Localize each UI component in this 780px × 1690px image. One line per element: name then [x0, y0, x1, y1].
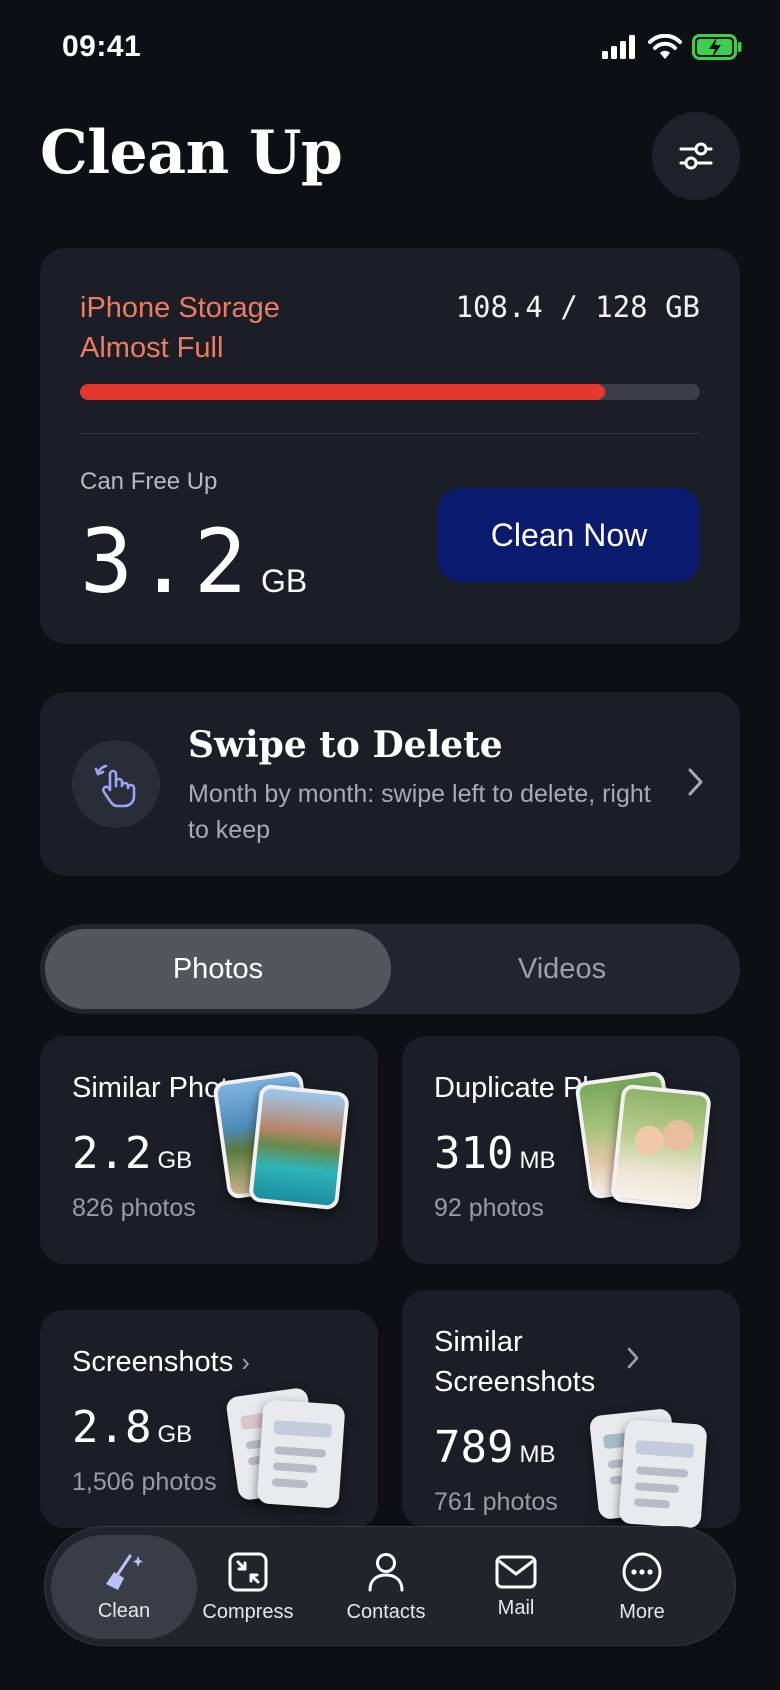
similar-photos-card[interactable]: Similar Photos› 2.2 GB 826 photos: [40, 1036, 378, 1264]
battery-charging-icon: [692, 34, 742, 60]
storage-card: iPhone Storage Almost Full 108.4 / 128 G…: [40, 248, 740, 644]
tab-videos[interactable]: Videos: [389, 929, 735, 1009]
ellipsis-circle-icon: [622, 1552, 662, 1591]
storage-progress-fill: [80, 384, 606, 400]
wifi-icon: [648, 34, 682, 59]
tab-photos[interactable]: Photos: [45, 929, 391, 1009]
category-size-number: 2.2: [72, 1128, 152, 1179]
category-size-unit: GB: [157, 1421, 193, 1448]
free-up-label: Can Free Up: [80, 468, 218, 495]
category-size-unit: MB: [519, 1147, 556, 1174]
divider: [80, 433, 700, 434]
screenshot-doc-icon: [256, 1399, 346, 1509]
category-count: 1,506 photos: [72, 1468, 217, 1496]
swipe-to-delete-card[interactable]: Swipe to Delete Month by month: swipe le…: [40, 692, 740, 876]
swipe-icon-wrap: [72, 740, 160, 828]
clean-now-button[interactable]: Clean Now: [438, 488, 700, 582]
sliders-icon: [679, 142, 713, 170]
status-bar: 09:41: [0, 0, 780, 100]
tab-label: Compress: [202, 1600, 294, 1623]
category-count: 92 photos: [434, 1194, 544, 1222]
screenshot-thumbnails: [220, 1386, 360, 1528]
category-title-text: Screenshots: [72, 1346, 234, 1378]
tab-contacts[interactable]: Contacts: [323, 1535, 449, 1639]
similar-screenshot-thumbnails: [582, 1407, 722, 1528]
tab-label: Clean: [97, 1599, 151, 1622]
category-title: Screenshots ›: [72, 1342, 322, 1382]
person-icon: [368, 1552, 404, 1591]
chevron-right-icon: [688, 768, 703, 796]
category-size: 2.8 GB: [72, 1402, 192, 1453]
tab-clean[interactable]: Clean: [51, 1535, 197, 1639]
similar-screenshots-card[interactable]: Similar Screenshots 789 MB 761 photos: [402, 1290, 740, 1528]
category-size-number: 310: [434, 1128, 514, 1179]
free-up-number: 3.2: [80, 510, 251, 613]
tab-label: More: [619, 1600, 665, 1623]
storage-warning: iPhone Storage Almost Full: [80, 292, 280, 364]
tab-label: Mail: [497, 1596, 535, 1619]
bottom-tab-bar: Clean Compress Contacts Mail More: [44, 1526, 736, 1646]
screenshot-doc-icon: [618, 1419, 708, 1528]
category-size: 789 MB: [434, 1422, 555, 1473]
tab-label: Contacts: [346, 1600, 426, 1623]
compress-icon: [228, 1552, 268, 1591]
free-up-unit: GB: [260, 563, 308, 599]
category-size-number: 2.8: [72, 1402, 152, 1453]
similar-photos-thumbnails: [212, 1070, 360, 1216]
swipe-description: Month by month: swipe left to delete, ri…: [188, 780, 651, 844]
hand-swipe-icon: [94, 764, 136, 808]
category-size: 2.2 GB: [72, 1128, 192, 1179]
chevron-right-icon: ›: [241, 1347, 250, 1377]
tab-mail[interactable]: Mail: [453, 1535, 579, 1639]
broom-sparkle-icon: [106, 1554, 143, 1590]
coast-photo-thumb: [248, 1083, 350, 1211]
tab-more[interactable]: More: [579, 1535, 705, 1639]
duplicate-photos-thumbnails: [574, 1070, 722, 1216]
status-icons: [602, 34, 742, 60]
filter-settings-button[interactable]: [652, 112, 740, 200]
media-type-segmented-control: Photos Videos: [40, 924, 740, 1014]
category-count: 826 photos: [72, 1194, 196, 1222]
swipe-title: Swipe to Delete: [188, 724, 503, 766]
category-size-unit: GB: [157, 1147, 193, 1174]
category-count: 761 photos: [434, 1488, 558, 1516]
status-time: 09:41: [62, 30, 142, 63]
duplicate-photos-card[interactable]: Duplicate Photos› 310 MB 92 photos: [402, 1036, 740, 1264]
chevron-right-icon: [627, 1347, 639, 1369]
tab-compress[interactable]: Compress: [185, 1535, 311, 1639]
page-title: Clean Up: [40, 118, 343, 188]
storage-progress-bar: [80, 384, 700, 400]
storage-usage: 108.4 / 128 GB: [455, 290, 700, 324]
free-up-value: 3.2 GB: [80, 510, 307, 613]
envelope-icon: [495, 1555, 537, 1588]
category-title-text: Similar Screenshots: [434, 1326, 596, 1398]
screenshots-card[interactable]: Screenshots › 2.8 GB 1,506 photos: [40, 1310, 378, 1528]
mother-child-photo-thumb: [610, 1083, 712, 1211]
category-size-unit: MB: [519, 1441, 556, 1468]
cellular-signal-icon: [602, 35, 635, 59]
category-size: 310 MB: [434, 1128, 555, 1179]
category-size-number: 789: [434, 1422, 514, 1473]
category-title: Similar Screenshots: [434, 1322, 644, 1402]
